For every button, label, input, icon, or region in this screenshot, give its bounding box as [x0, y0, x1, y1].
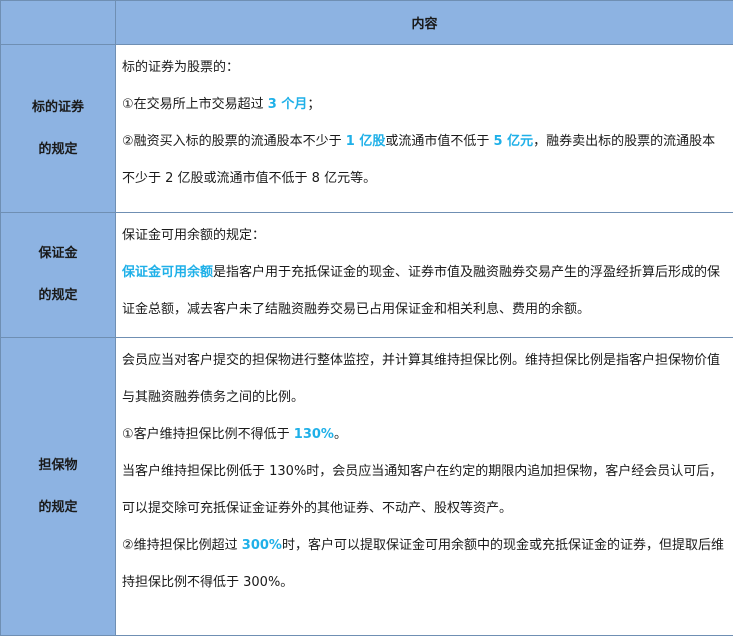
section-label-line1: 标的证券: [31, 99, 84, 115]
section-row-securities: 标的证券 的规定 标的证券为股票的： ①在交易所上市交易超过 3 个月； ②融资…: [0, 44, 733, 213]
header-left-cell: [0, 0, 116, 45]
paragraph: 保证金可用余额是指客户用于充抵保证金的现金、证券市值及融资融券交易产生的浮盈经折…: [122, 254, 727, 328]
highlight-text: 300%: [241, 538, 282, 553]
text: 会员应当对客户提交的担保物进行整体监控，并计算其维持担保比例。维持担保比例是指客…: [122, 353, 721, 405]
section-label-line1: 担保物: [38, 457, 78, 473]
section-label-line2: 的规定: [38, 499, 78, 515]
section-label-line2: 的规定: [38, 141, 78, 157]
text: ①客户维持担保比例不得低于: [122, 427, 294, 442]
section-row-collateral: 担保物 的规定 会员应当对客户提交的担保物进行整体监控，并计算其维持担保比例。维…: [0, 337, 733, 636]
paragraph: 会员应当对客户提交的担保物进行整体监控，并计算其维持担保比例。维持担保比例是指客…: [122, 342, 727, 416]
text: ②融资买入标的股票的流通股本不少于: [122, 134, 346, 149]
header-content-title: 内容: [115, 0, 733, 45]
section-label-securities: 标的证券 的规定: [0, 44, 116, 213]
text: 或流通市值不低于: [385, 134, 494, 149]
text: ②维持担保比例超过: [122, 538, 242, 553]
section-content-collateral: 会员应当对客户提交的担保物进行整体监控，并计算其维持担保比例。维持担保比例是指客…: [115, 337, 733, 636]
text: 当客户维持担保比例低于 130%时，会员应当通知客户在约定的期限内追加担保物，客…: [122, 464, 723, 516]
section-row-margin: 保证金 的规定 保证金可用余额的规定： 保证金可用余额是指客户用于充抵保证金的现…: [0, 212, 733, 338]
section-label-collateral: 担保物 的规定: [0, 337, 116, 636]
paragraph: ①客户维持担保比例不得低于 130%。: [122, 416, 727, 453]
text: 标的证券为股票的：: [122, 60, 240, 75]
paragraph: ②融资买入标的股票的流通股本不少于 1 亿股或流通市值不低于 5 亿元，融券卖出…: [122, 123, 727, 197]
section-label-margin: 保证金 的规定: [0, 212, 116, 338]
highlight-text: 1 亿股: [345, 134, 386, 149]
text: ①在交易所上市交易超过: [122, 97, 268, 112]
paragraph: 标的证券为股票的：: [122, 49, 727, 86]
header-row: 内容: [0, 0, 733, 45]
highlight-text: 保证金可用余额: [122, 265, 214, 280]
section-label-line1: 保证金: [38, 246, 78, 261]
text: ；: [307, 97, 321, 112]
highlight-text: 130%: [293, 427, 334, 442]
text: 。: [333, 427, 347, 442]
paragraph: 当客户维持担保比例低于 130%时，会员应当通知客户在约定的期限内追加担保物，客…: [122, 453, 727, 527]
section-content-securities: 标的证券为股票的： ①在交易所上市交易超过 3 个月； ②融资买入标的股票的流通…: [115, 44, 733, 213]
text: 保证金可用余额的规定：: [122, 228, 266, 243]
paragraph: 保证金可用余额的规定：: [122, 217, 727, 254]
highlight-text: 5 亿元: [493, 134, 534, 149]
regulation-table: 内容 标的证券 的规定 标的证券为股票的： ①在交易所上市交易超过 3 个月； …: [0, 0, 733, 636]
highlight-text: 3 个月: [267, 97, 308, 112]
paragraph: ①在交易所上市交易超过 3 个月；: [122, 86, 727, 123]
section-label-line2: 的规定: [38, 288, 78, 303]
paragraph: ②维持担保比例超过 300%时，客户可以提取保证金可用余额中的现金或充抵保证金的…: [122, 527, 727, 601]
section-content-margin: 保证金可用余额的规定： 保证金可用余额是指客户用于充抵保证金的现金、证券市值及融…: [115, 212, 733, 338]
